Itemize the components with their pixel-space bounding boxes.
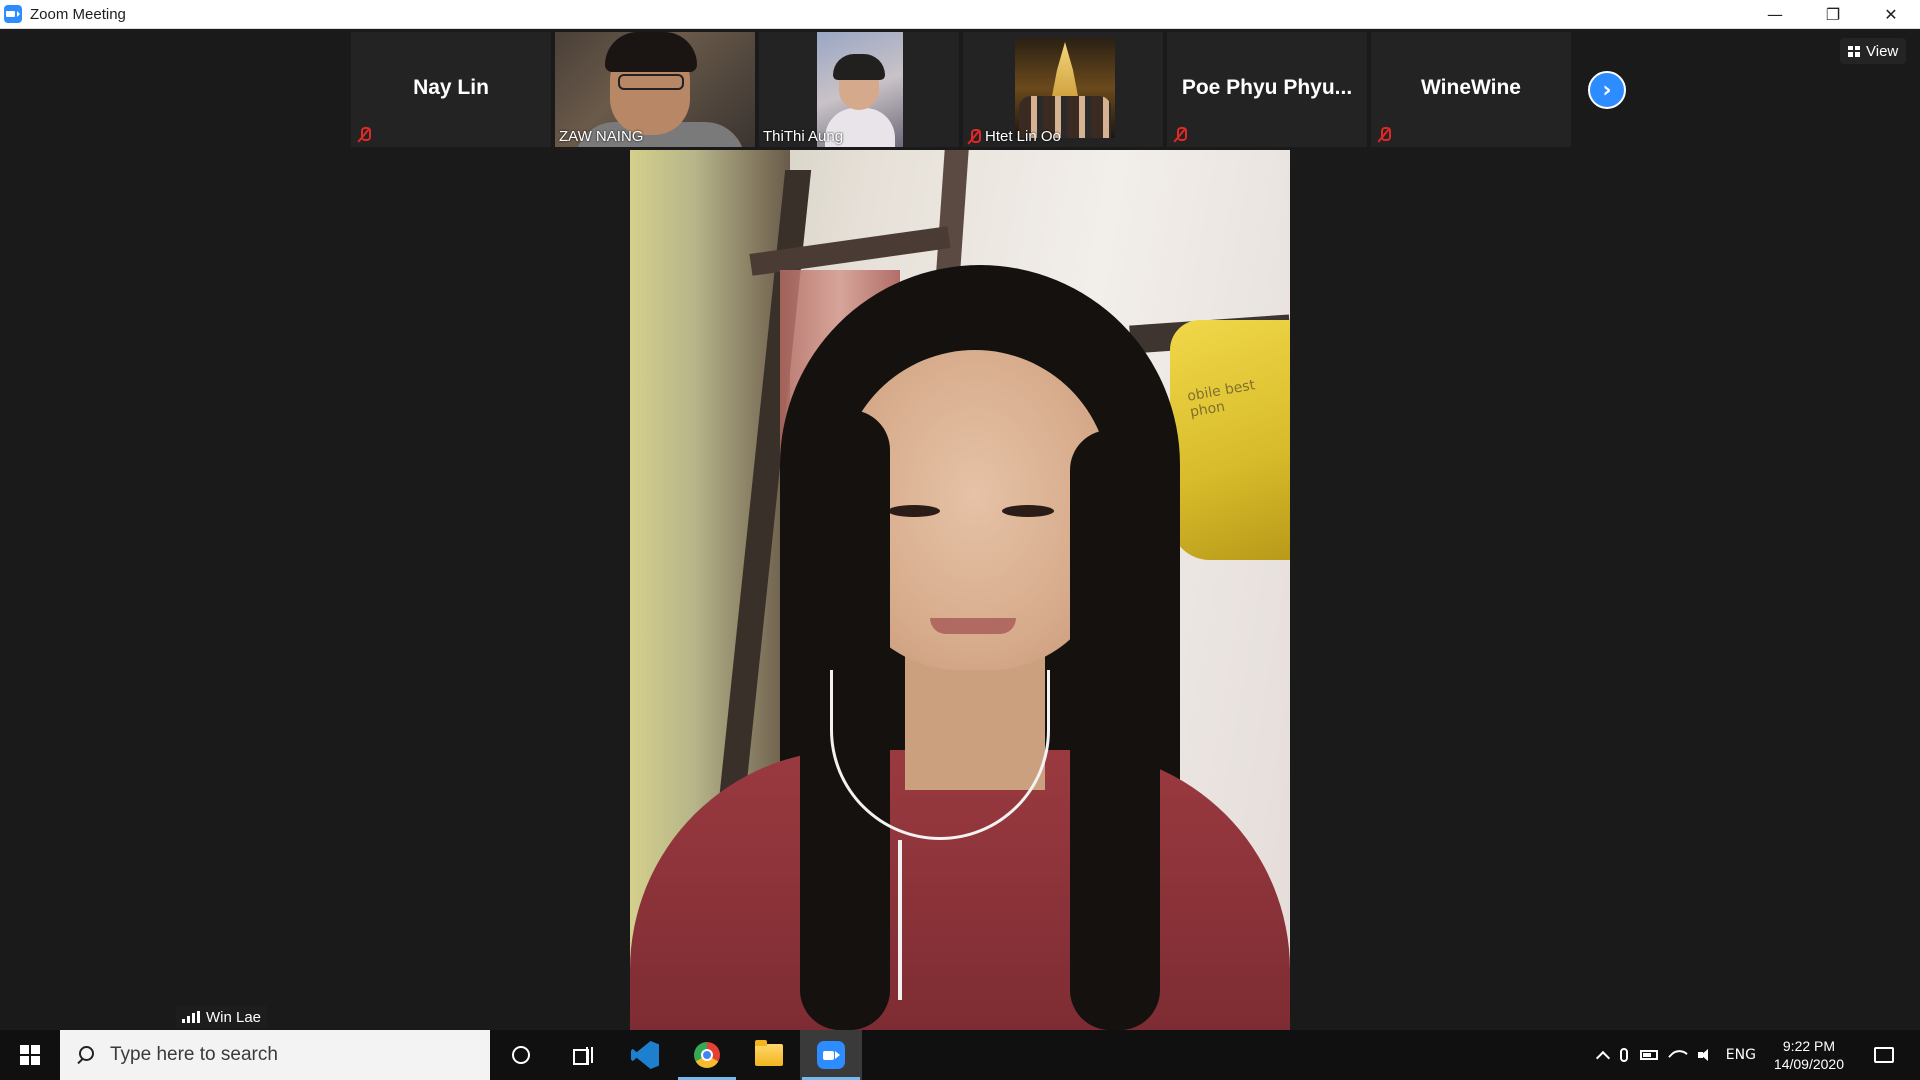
muted-mic-icon (1173, 127, 1187, 143)
participant-name: Htet Lin Oo (985, 128, 1061, 145)
active-speaker-name: Win Lae (206, 1008, 262, 1026)
participant-tile[interactable]: Poe Phyu Phyu... (1167, 32, 1367, 147)
chevron-up-icon (1595, 1050, 1610, 1066)
notification-icon (1874, 1047, 1894, 1063)
taskbar-app-zoom[interactable] (800, 1030, 862, 1080)
clock-time: 9:22 PM (1782, 1038, 1836, 1054)
microphone-icon (1619, 1048, 1628, 1062)
participant-name: ThiThi Aung (763, 128, 844, 145)
active-speaker-video[interactable]: obile best phon (630, 150, 1290, 1030)
participant-label: Htet Lin Oo (967, 128, 1061, 145)
clock-date: 14/09/2020 (1773, 1056, 1844, 1072)
volume-icon (1697, 1048, 1714, 1062)
battery-tray[interactable] (1634, 1030, 1664, 1080)
search-icon (76, 1046, 94, 1064)
active-speaker-label: Win Lae (176, 1006, 268, 1028)
cortana-button[interactable] (490, 1030, 552, 1080)
zoom-app-icon (4, 5, 22, 23)
signal-strength-icon (182, 1011, 200, 1023)
clock[interactable]: 9:22 PM 14/09/2020 (1762, 1037, 1856, 1073)
task-view-icon (573, 1047, 593, 1065)
chrome-icon (694, 1042, 720, 1068)
yellow-bag: obile best phon (1170, 320, 1290, 560)
meeting-area: Nay Lin ZAW NAING ThiThi Aung Htet Lin O… (0, 30, 1920, 1030)
window-controls: — ❐ ✕ (1746, 0, 1920, 29)
taskbar-app-file-explorer[interactable] (738, 1030, 800, 1080)
participant-name: Poe Phyu Phyu... (1181, 76, 1353, 99)
title-bar: Zoom Meeting — ❐ ✕ (0, 0, 1920, 29)
taskbar-app-vscode[interactable] (614, 1030, 676, 1080)
language-indicator[interactable]: ENG (1720, 1030, 1762, 1080)
participant-tile[interactable]: Nay Lin (351, 32, 551, 147)
taskbar-search-box[interactable]: Type here to search (60, 1030, 490, 1080)
participant-tile[interactable]: Htet Lin Oo (963, 32, 1163, 147)
view-label: View (1866, 42, 1899, 60)
window-title: Zoom Meeting (30, 5, 126, 23)
cortana-icon (512, 1046, 530, 1064)
folder-icon (755, 1040, 783, 1066)
search-placeholder: Type here to search (110, 1044, 278, 1065)
participant-label: ThiThi Aung (763, 128, 843, 145)
muted-mic-icon (967, 128, 981, 145)
wifi-icon (1667, 1045, 1688, 1065)
participant-name: ZAW NAING (559, 128, 644, 145)
grid-view-icon (1848, 45, 1860, 57)
participant-name: Nay Lin (413, 76, 489, 99)
minimize-button[interactable]: — (1746, 0, 1804, 29)
participant-tile[interactable]: ThiThi Aung (759, 32, 959, 147)
participant-label: ZAW NAING (559, 128, 643, 145)
next-page-button[interactable]: › (1588, 71, 1626, 109)
participant-video (1015, 38, 1115, 138)
gallery-strip: Nay Lin ZAW NAING ThiThi Aung Htet Lin O… (351, 32, 1571, 147)
participant-status (1173, 127, 1187, 143)
participant-status (357, 127, 371, 143)
restore-button[interactable]: ❐ (1804, 0, 1862, 29)
participant-tile[interactable]: WineWine (1371, 32, 1571, 147)
show-hidden-icons-button[interactable] (1592, 1030, 1614, 1080)
muted-mic-icon (357, 127, 371, 143)
volume-tray[interactable] (1692, 1030, 1720, 1080)
chevron-right-icon: › (1602, 77, 1612, 103)
close-button[interactable]: ✕ (1862, 0, 1920, 29)
vscode-icon (631, 1041, 659, 1069)
participant-name: WineWine (1421, 76, 1521, 99)
participant-tile[interactable]: ZAW NAING (555, 32, 755, 147)
windows-taskbar: Type here to search ENG 9:22 PM 14/09/20… (0, 1030, 1920, 1080)
start-button[interactable] (0, 1030, 60, 1080)
participant-status (1377, 127, 1391, 143)
muted-mic-icon (1377, 127, 1391, 143)
bag-print: obile best phon (1185, 377, 1257, 421)
task-view-button[interactable] (552, 1030, 614, 1080)
action-center-button[interactable] (1856, 1030, 1920, 1080)
view-button[interactable]: View (1840, 38, 1907, 64)
microphone-tray[interactable] (1614, 1030, 1634, 1080)
battery-icon (1639, 1050, 1658, 1060)
system-tray: ENG 9:22 PM 14/09/2020 (1592, 1030, 1920, 1080)
zoom-icon (817, 1041, 845, 1069)
windows-logo-icon (20, 1045, 40, 1065)
taskbar-app-chrome[interactable] (676, 1030, 738, 1080)
network-tray[interactable] (1664, 1030, 1692, 1080)
